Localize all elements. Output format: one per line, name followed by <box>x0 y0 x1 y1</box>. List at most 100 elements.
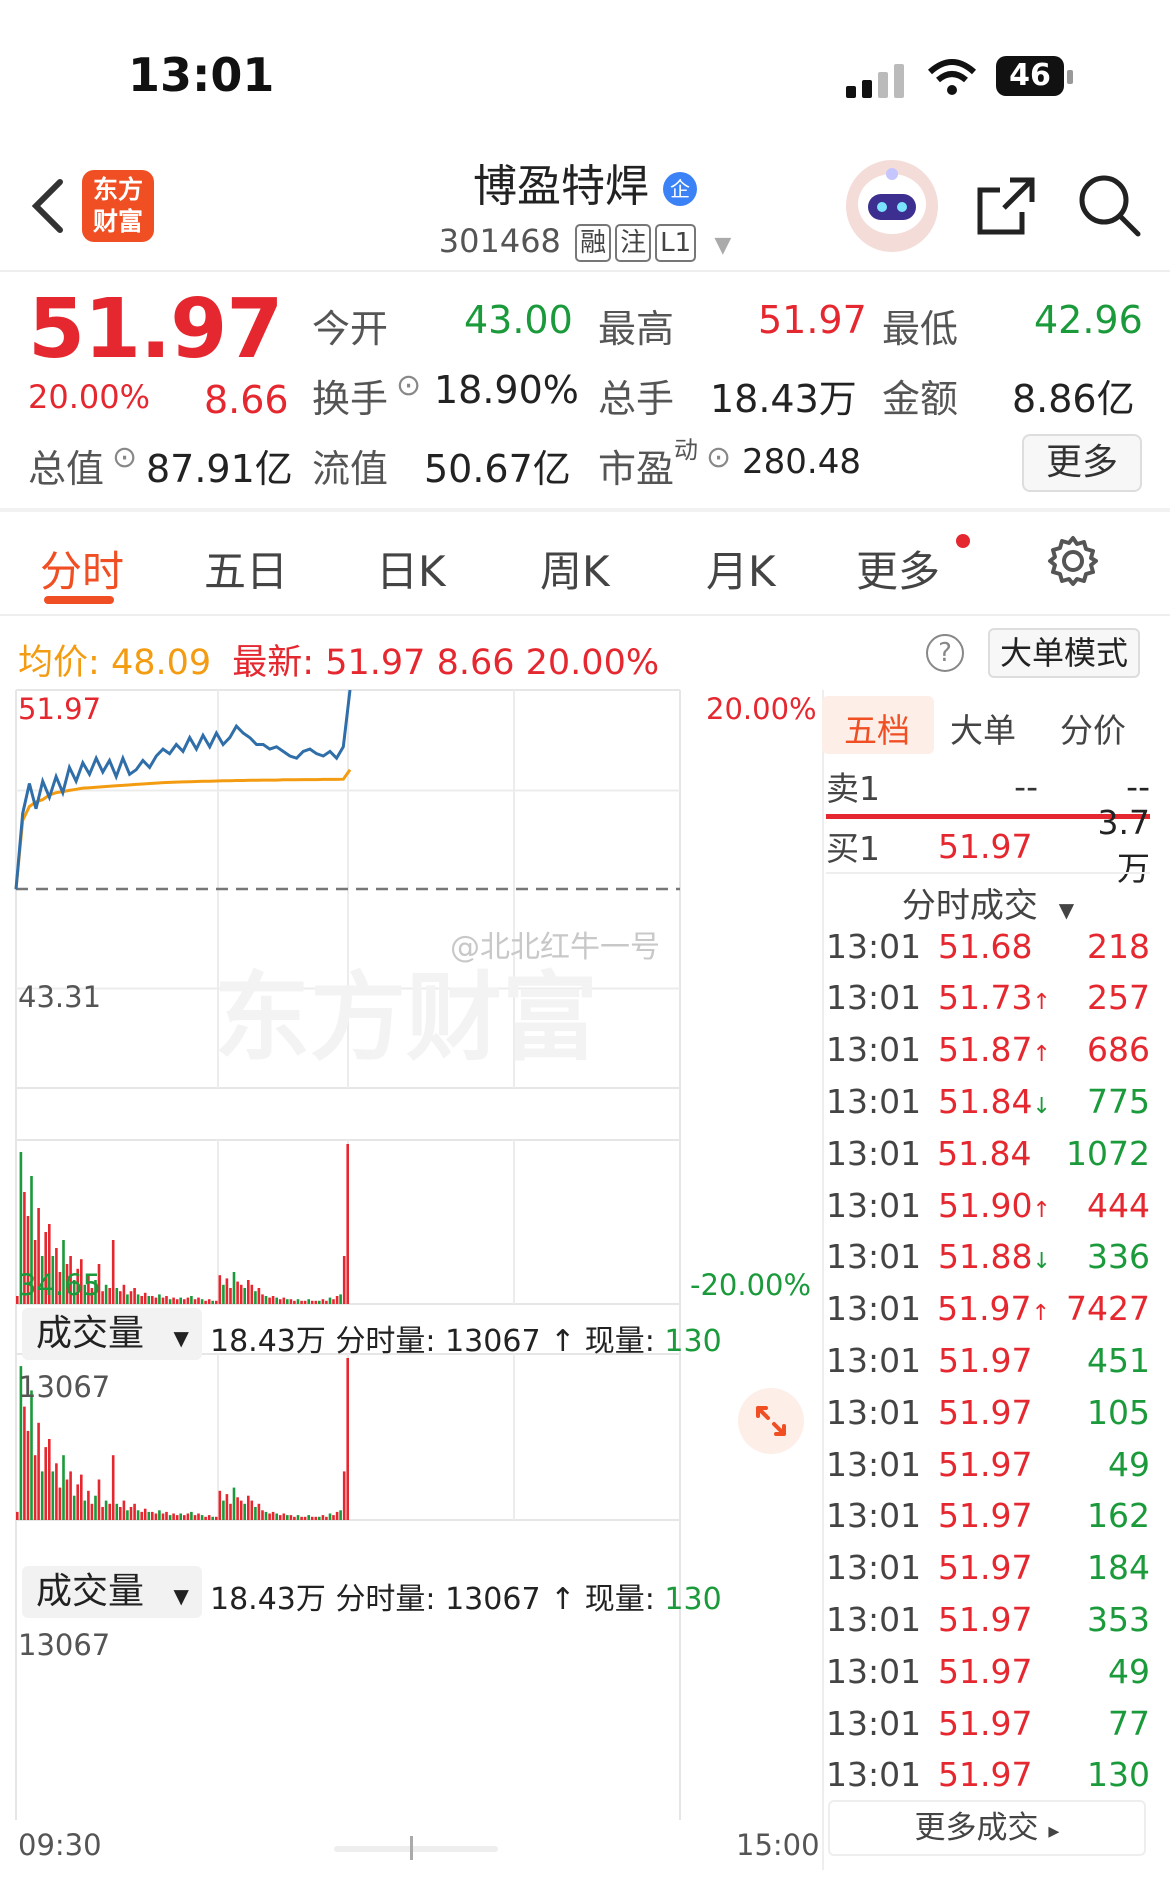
trade-price: 51.97 <box>938 1704 1068 1743</box>
robot-assistant-icon[interactable] <box>846 160 938 252</box>
tab-big-orders[interactable]: 大单 <box>950 704 1016 752</box>
volume-bar <box>172 1297 175 1304</box>
volume-selector-1[interactable]: 成交量 ▼ <box>22 1308 202 1360</box>
volume-bar <box>268 1297 271 1304</box>
volume-bar <box>108 1503 111 1520</box>
trade-price: 51.97 <box>938 1755 1068 1794</box>
volume-bar <box>76 1484 79 1520</box>
volume-selector-label: 成交量 <box>36 1571 145 1612</box>
tab-more[interactable]: 更多 <box>856 538 940 599</box>
volume-bar <box>204 1516 207 1520</box>
arrow-up-icon: ↑ <box>550 1582 576 1617</box>
settings-gear-icon[interactable] <box>1046 534 1100 592</box>
volume-bar <box>179 1513 182 1520</box>
trade-row: 13:01 51.97 353 <box>826 1593 1150 1645</box>
sell1-price: -- <box>1014 766 1038 806</box>
y-top-label: 51.97 <box>18 692 102 726</box>
info-icon[interactable]: ⊙ <box>112 440 137 475</box>
trade-time: 13:01 <box>826 1651 922 1691</box>
volume-bar <box>282 1513 286 1520</box>
trade-price: 51.73↑ <box>938 978 1068 1017</box>
chart-scrollbar[interactable] <box>334 1846 498 1852</box>
volume-bar <box>229 1288 232 1304</box>
trade-time: 13:01 <box>826 1185 922 1225</box>
amount-value: 8.86亿 <box>1012 377 1135 421</box>
volume-bar <box>186 1297 190 1304</box>
latest-pct: 20.00% <box>525 643 660 683</box>
trade-price-value: 51.97 <box>938 1651 1033 1691</box>
float-value: 50.67亿 <box>424 447 571 491</box>
trade-direction-icon: ↑ <box>1032 1042 1051 1068</box>
notification-dot <box>956 534 970 548</box>
verified-icon: 企 <box>663 172 697 206</box>
tab-intraday[interactable]: 分时 <box>40 538 124 599</box>
current-volume: 130 <box>664 1324 722 1359</box>
volume-bar <box>232 1487 236 1520</box>
search-icon[interactable] <box>1076 172 1142 242</box>
tab-price-distribution[interactable]: 分价 <box>1060 704 1126 752</box>
volume-bar <box>211 1516 214 1520</box>
volume-bar <box>257 1288 261 1304</box>
tab-daily-k[interactable]: 日K <box>376 538 446 599</box>
volume-bar <box>30 1390 33 1520</box>
trade-price: 51.97 <box>938 1652 1068 1691</box>
volume-bar <box>215 1300 218 1304</box>
trade-time: 13:01 <box>826 1237 922 1277</box>
tab-weekly-k[interactable]: 周K <box>540 538 610 599</box>
more-trades-button[interactable]: 更多成交 ▸ <box>828 1800 1146 1856</box>
volume-bar <box>293 1516 296 1520</box>
volume-bar <box>115 1288 119 1304</box>
volume-bar <box>175 1515 179 1520</box>
volume-bar <box>239 1500 243 1520</box>
current-volume-label: 现量: <box>584 1324 655 1359</box>
trade-price: 51.88↓ <box>938 1237 1068 1276</box>
volume-bar <box>236 1497 239 1520</box>
volume-bar <box>140 1511 143 1520</box>
volume-bar <box>147 1511 151 1520</box>
tab-active-indicator <box>44 596 114 604</box>
trade-row: 13:01 51.97 105 <box>826 1386 1150 1438</box>
tab-five-levels[interactable]: 五档 <box>844 704 910 752</box>
help-icon[interactable]: ? <box>926 634 964 672</box>
big-order-mode-button[interactable]: 大单模式 <box>988 628 1140 678</box>
volume-bar <box>179 1297 182 1304</box>
volume-bar <box>346 1358 349 1520</box>
volume-bar <box>48 1439 51 1520</box>
chevron-down-icon: ▼ <box>173 1584 189 1608</box>
volume-selector-label: 成交量 <box>36 1313 145 1354</box>
trade-time: 13:01 <box>826 1444 922 1484</box>
volume-bar <box>207 1515 211 1520</box>
volume-bar <box>247 1280 250 1304</box>
info-icon[interactable]: ⊙ <box>396 368 421 403</box>
trade-price-value: 51.88 <box>938 1237 1033 1277</box>
volume-bar <box>158 1510 161 1520</box>
volume-bar <box>151 1296 154 1304</box>
tab-monthly-k[interactable]: 月K <box>706 538 776 599</box>
volume-bar <box>40 1471 44 1520</box>
trade-row: 13:01 51.90↑ 444 <box>826 1179 1150 1231</box>
volume-bar <box>250 1500 254 1520</box>
trade-row: 13:01 51.97 77 <box>826 1697 1150 1749</box>
info-icon[interactable]: ⊙ <box>706 440 731 475</box>
volume-bar <box>275 1513 278 1520</box>
more-quote-button[interactable]: 更多 <box>1022 434 1142 492</box>
trade-volume: 49 <box>1108 1651 1150 1691</box>
volume-bar <box>133 1503 136 1520</box>
volume-bar <box>154 1297 158 1304</box>
volume-bar <box>207 1299 211 1304</box>
volume-bar <box>307 1299 310 1304</box>
share-icon[interactable] <box>976 176 1036 240</box>
tab-five-day[interactable]: 五日 <box>204 538 288 599</box>
trade-volume: 49 <box>1108 1444 1150 1484</box>
chart-scroll-handle[interactable] <box>410 1836 413 1860</box>
trade-price: 51.90↑ <box>938 1186 1068 1225</box>
mktcap-label: 总值 <box>28 447 105 491</box>
expand-icon[interactable] <box>738 1388 804 1454</box>
current-volume: 130 <box>664 1582 722 1617</box>
volume-selector-2[interactable]: 成交量 ▼ <box>22 1566 202 1618</box>
volume-bar <box>119 1291 122 1304</box>
volume-label: 总手 <box>598 377 675 421</box>
chevron-down-icon[interactable]: ▼ <box>714 233 731 258</box>
trade-price-value: 51.97 <box>938 1755 1033 1795</box>
volume-bar <box>236 1281 239 1304</box>
